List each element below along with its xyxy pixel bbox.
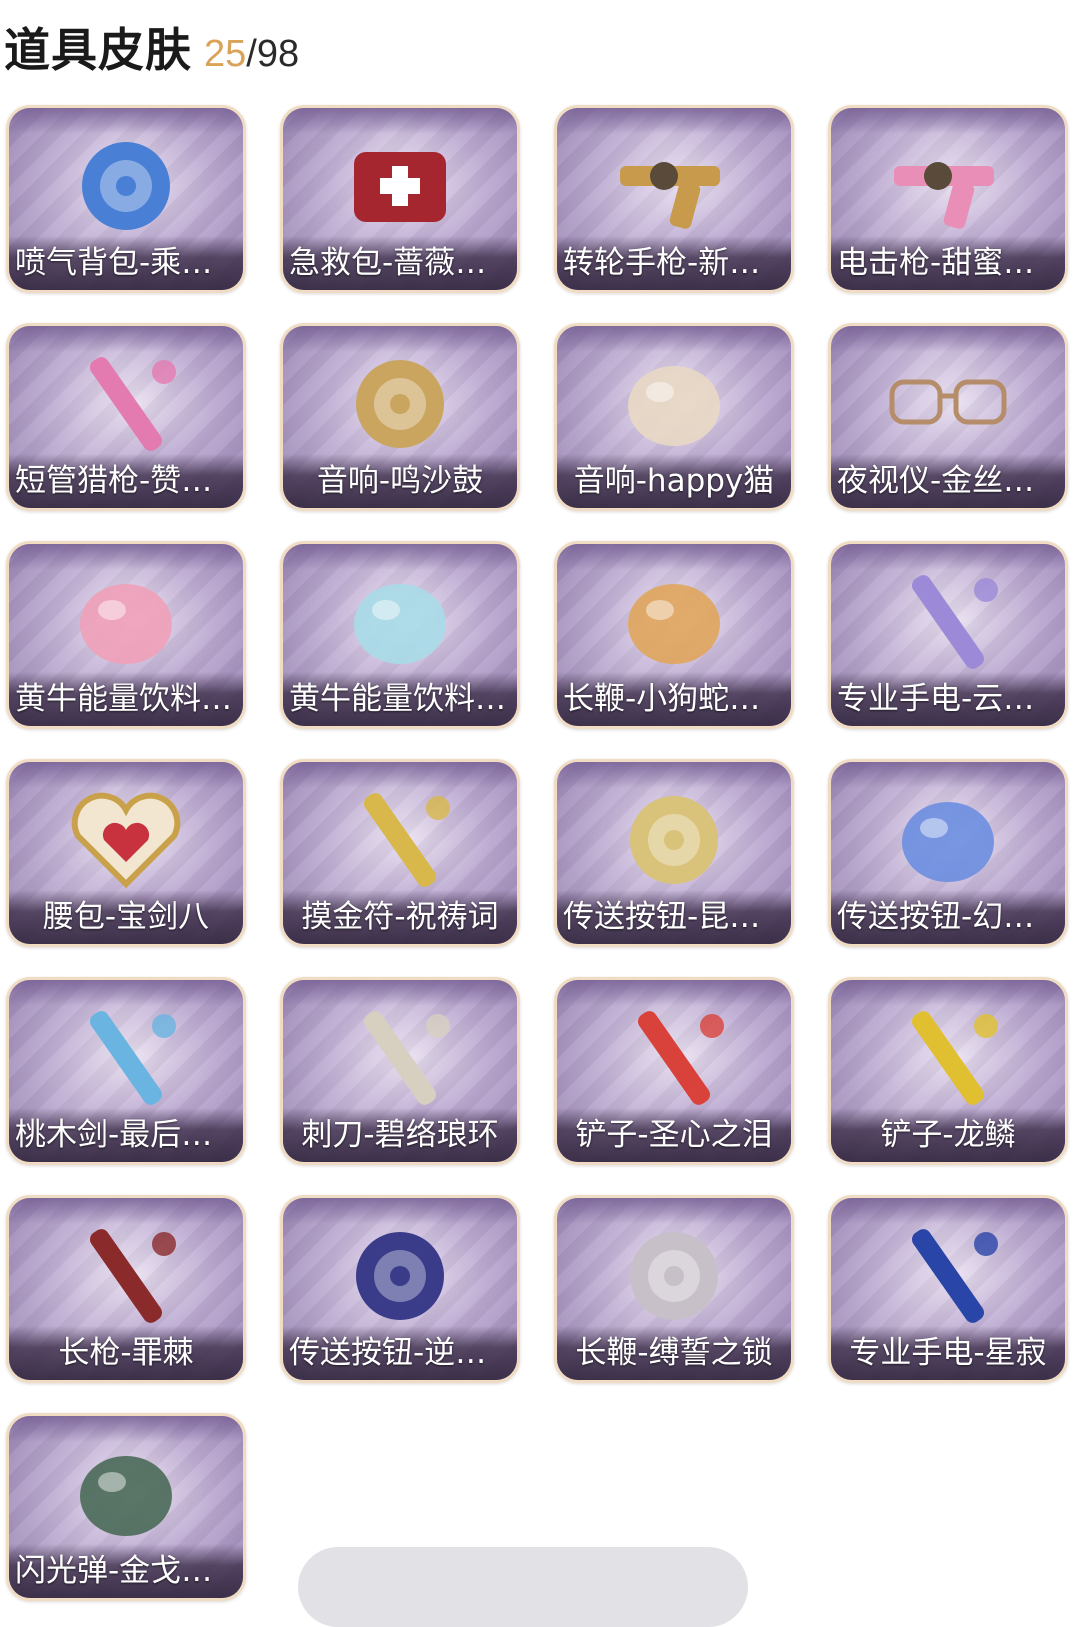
count-current: 25 — [204, 33, 247, 75]
glasses-icon — [868, 344, 1028, 464]
flashlight-blue-icon — [868, 1216, 1028, 1336]
skin-card[interactable]: 专业手电-星寂 — [828, 1195, 1068, 1383]
skin-card[interactable]: 黄牛能量饮料-… — [280, 541, 520, 729]
skin-name: 专业手电-云端… — [837, 681, 1059, 717]
cat-icon — [594, 344, 754, 464]
skin-card[interactable]: 铲子-龙鳞 — [828, 977, 1068, 1165]
shovel-gold-icon — [868, 998, 1028, 1118]
skin-card[interactable]: 黄牛能量饮料-… — [6, 541, 246, 729]
skin-name: 传送按钮-逆时… — [289, 1335, 511, 1371]
skin-name: 摸金符-祝祷词 — [301, 899, 499, 935]
skin-grid: 喷气背包-乘风… 急救包-蔷薇物… 转轮手枪-新星… 电击枪-甜蜜泡… 短管猎枪-赞萌…… — [6, 105, 1068, 1601]
skin-name: 桃木剑-最后的… — [15, 1117, 237, 1153]
skin-card[interactable]: 专业手电-云端… — [828, 541, 1068, 729]
skin-card[interactable]: 夜视仪-金丝眼… — [828, 323, 1068, 511]
skin-name: 传送按钮-幻宠… — [837, 899, 1059, 935]
skin-card[interactable]: 喷气背包-乘风… — [6, 105, 246, 293]
medkit-icon — [320, 126, 480, 246]
skin-name: 长鞭-小狗蛇点… — [563, 681, 785, 717]
bottom-action-bar[interactable] — [298, 1547, 748, 1627]
collection-count: 25/98 — [204, 33, 299, 76]
revolver-icon — [594, 126, 754, 246]
skin-card[interactable]: 传送按钮-幻宠… — [828, 759, 1068, 947]
pet-device-icon — [868, 780, 1028, 900]
shotgun-icon — [46, 344, 206, 464]
heart-bag-icon — [46, 780, 206, 900]
skin-card[interactable]: 传送按钮-昆仑… — [554, 759, 794, 947]
skin-card[interactable]: 闪光弹-金戈玄… — [6, 1413, 246, 1601]
skin-name: 长枪-罪棘 — [58, 1335, 194, 1371]
skin-card[interactable]: 短管猎枪-赞萌… — [6, 323, 246, 511]
drum-icon — [320, 344, 480, 464]
sword-icon — [46, 998, 206, 1118]
grenade-icon — [46, 1434, 206, 1554]
spear-icon — [46, 1216, 206, 1336]
skin-name: 专业手电-星寂 — [849, 1335, 1047, 1371]
pocket-watch-icon — [320, 1216, 480, 1336]
skin-card[interactable]: 急救包-蔷薇物… — [280, 105, 520, 293]
count-total: /98 — [246, 33, 300, 75]
skin-card[interactable]: 桃木剑-最后的… — [6, 977, 246, 1165]
skin-name: 黄牛能量饮料-… — [15, 681, 237, 717]
dagger-icon — [320, 998, 480, 1118]
skin-name: 传送按钮-昆仑… — [563, 899, 785, 935]
skin-card[interactable]: 长枪-罪棘 — [6, 1195, 246, 1383]
skin-card[interactable]: 腰包-宝剑八 — [6, 759, 246, 947]
skin-card[interactable]: 电击枪-甜蜜泡… — [828, 105, 1068, 293]
skin-name: 闪光弹-金戈玄… — [15, 1553, 237, 1589]
skin-card[interactable]: 长鞭-缚誓之锁 — [554, 1195, 794, 1383]
snake-icon — [594, 562, 754, 682]
stun-gun-icon — [868, 126, 1028, 246]
skin-name: 电击枪-甜蜜泡… — [837, 245, 1059, 281]
skin-name: 转轮手枪-新星… — [563, 245, 785, 281]
skin-card[interactable]: 转轮手枪-新星… — [554, 105, 794, 293]
skin-card[interactable]: 音响-happy猫 — [554, 323, 794, 511]
skin-name: 腰包-宝剑八 — [42, 899, 210, 935]
skin-name: 铲子-龙鳞 — [880, 1117, 1016, 1153]
jetpack-icon — [46, 126, 206, 246]
portal-ring-icon — [594, 780, 754, 900]
section-header: 道具皮肤 25/98 — [4, 14, 299, 84]
chain-whip-icon — [594, 1216, 754, 1336]
skin-name: 短管猎枪-赞萌… — [15, 463, 237, 499]
skin-name: 夜视仪-金丝眼… — [837, 463, 1059, 499]
amulet-icon — [320, 780, 480, 900]
flashlight-icon — [868, 562, 1028, 682]
skin-card[interactable]: 摸金符-祝祷词 — [280, 759, 520, 947]
skin-card[interactable]: 铲子-圣心之泪 — [554, 977, 794, 1165]
skin-card[interactable]: 音响-鸣沙鼓 — [280, 323, 520, 511]
skin-name: 音响-鸣沙鼓 — [316, 463, 484, 499]
bottle-icon — [320, 562, 480, 682]
drink-cup-icon — [46, 562, 206, 682]
skin-card[interactable]: 刺刀-碧络琅环 — [280, 977, 520, 1165]
skin-name: 黄牛能量饮料-… — [289, 681, 511, 717]
skin-name: 刺刀-碧络琅环 — [301, 1117, 499, 1153]
skin-name: 长鞭-缚誓之锁 — [575, 1335, 773, 1371]
skin-name: 铲子-圣心之泪 — [575, 1117, 773, 1153]
section-title: 道具皮肤 — [4, 23, 192, 77]
skin-card[interactable]: 传送按钮-逆时… — [280, 1195, 520, 1383]
skin-name: 音响-happy猫 — [573, 463, 775, 499]
shovel-heart-icon — [594, 998, 754, 1118]
skin-name: 喷气背包-乘风… — [15, 245, 237, 281]
skin-name: 急救包-蔷薇物… — [289, 245, 511, 281]
skin-card[interactable]: 长鞭-小狗蛇点… — [554, 541, 794, 729]
